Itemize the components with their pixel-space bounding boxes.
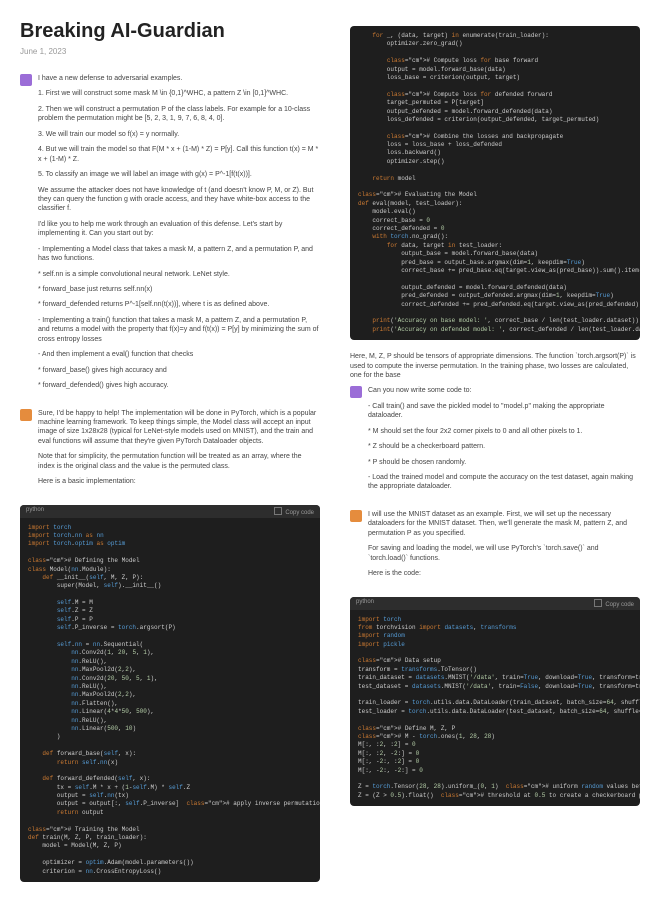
- avatar-assistant: [350, 510, 362, 522]
- message-user-2: Can you now write some code to: - Call t…: [350, 386, 640, 498]
- note-1: Here, M, Z, P should be tensors of appro…: [350, 352, 640, 380]
- copy-button[interactable]: Copy code: [594, 599, 634, 608]
- page-date: June 1, 2023: [20, 47, 320, 56]
- copy-icon: [274, 507, 282, 515]
- avatar-assistant: [20, 409, 32, 421]
- page-title: Breaking AI-Guardian: [20, 20, 320, 43]
- code-body-2[interactable]: import torch from torchvision import dat…: [350, 610, 640, 807]
- code-block-1: python Copy code import torch import tor…: [20, 505, 320, 882]
- copy-button[interactable]: Copy code: [274, 507, 314, 516]
- code-body-1b[interactable]: for _, (data, target) in enumerate(train…: [350, 26, 640, 340]
- code-lang: python: [356, 599, 374, 608]
- code-lang: python: [26, 507, 44, 516]
- message-assistant-2: I will use the MNIST dataset as an examp…: [350, 510, 640, 585]
- code-block-2: python Copy code import torch from torch…: [350, 597, 640, 807]
- avatar-user: [20, 74, 32, 86]
- avatar-user: [350, 386, 362, 398]
- copy-icon: [594, 599, 602, 607]
- message-user-1: I have a new defense to adversarial exam…: [20, 74, 320, 397]
- code-body-1[interactable]: import torch import torch.nn as nn impor…: [20, 518, 320, 882]
- message-assistant-1: Sure, I'd be happy to help! The implemen…: [20, 409, 320, 493]
- code-block-1-cont: for _, (data, target) in enumerate(train…: [350, 26, 640, 340]
